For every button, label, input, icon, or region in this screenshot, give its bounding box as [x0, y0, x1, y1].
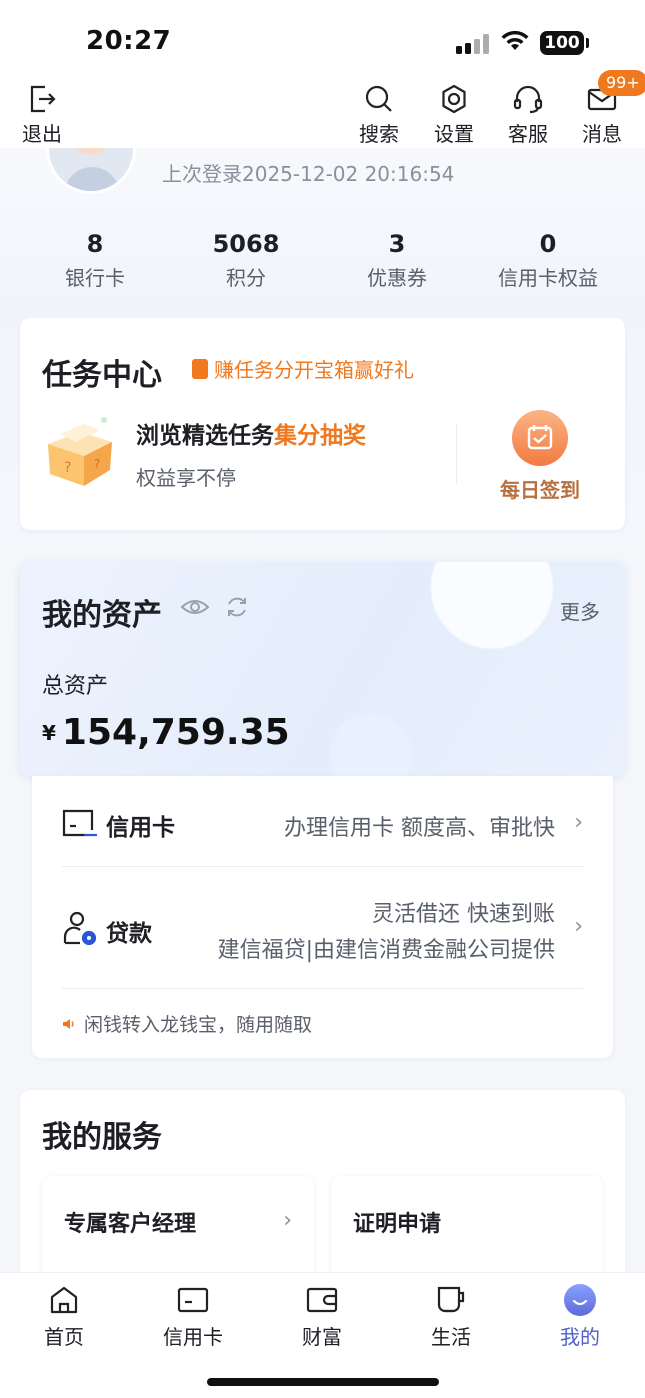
refresh-icon[interactable] — [224, 594, 250, 620]
stat-label: 信用卡权益 — [498, 266, 598, 290]
task-headline-prefix: 浏览精选任务 — [136, 423, 274, 449]
page: 20:27 100 退出 搜索 设置 客服 消息 99+ 上次登录2025-12… — [0, 0, 645, 1398]
assets-title: 我的资产 — [42, 598, 162, 633]
task-promo-text: 赚任务分开宝箱赢好礼 — [214, 358, 414, 382]
currency-symbol: ¥ — [42, 721, 56, 745]
battery-nub — [586, 38, 589, 48]
settings-label: 设置 — [434, 122, 474, 146]
stat-value: 0 — [539, 230, 557, 258]
credit-card-row[interactable]: 信用卡 办理信用卡 额度高、审批快 › — [62, 806, 583, 846]
logout-button[interactable]: 退出 — [10, 82, 74, 147]
promo-tip-text: 闲钱转入龙钱宝，随用随取 — [84, 1014, 313, 1036]
tab-label: 我的 — [560, 1325, 600, 1349]
task-center-title: 任务中心 — [42, 358, 162, 393]
svg-text:?: ? — [64, 460, 71, 476]
svg-text:?: ? — [94, 457, 100, 471]
stat-card-benefits[interactable]: 0 信用卡权益 — [473, 230, 623, 291]
gear-icon — [442, 84, 466, 114]
stat-label: 银行卡 — [65, 266, 125, 290]
services-title: 我的服务 — [42, 1120, 162, 1155]
total-assets-label: 总资产 — [42, 674, 109, 699]
service-label: 专属客户经理 — [64, 1212, 197, 1237]
stat-value: 8 — [86, 230, 104, 258]
cup-icon — [437, 1286, 465, 1313]
search-label: 搜索 — [359, 122, 399, 146]
daily-signin-button[interactable]: 每日签到 — [498, 410, 582, 503]
service-label: 证明申请 — [353, 1212, 442, 1237]
calendar-check-icon — [512, 410, 568, 466]
loan-icon — [63, 911, 97, 946]
customer-service-button[interactable]: 客服 — [496, 82, 560, 147]
wallet-icon — [306, 1287, 338, 1313]
headset-icon — [513, 85, 543, 114]
stat-label: 积分 — [226, 266, 266, 290]
top-nav: 退出 搜索 设置 客服 消息 — [0, 80, 645, 148]
total-assets-value: 154,759.35 — [61, 712, 290, 753]
stat-label: 优惠券 — [367, 266, 427, 290]
tab-wealth[interactable]: 财富 — [272, 1283, 372, 1350]
total-assets-amount: ¥154,759.35 — [42, 712, 290, 753]
messages-label: 消息 — [582, 122, 622, 146]
last-login-text: 上次登录2025-12-02 20:16:54 — [162, 162, 455, 186]
avatar-body — [64, 167, 120, 191]
chevron-right-icon: › — [574, 914, 583, 939]
signal-icon — [456, 34, 492, 54]
stat-value: 5068 — [212, 230, 280, 258]
daily-signin-label: 每日签到 — [500, 478, 580, 502]
tab-label: 财富 — [302, 1325, 342, 1349]
loan-desc-1: 灵活借还 快速到账 — [372, 902, 555, 927]
my-assets-card: 我的资产 更多 总资产 ¥154,759.35 — [20, 562, 625, 776]
customer-service-label: 客服 — [508, 122, 548, 146]
gift-box-icon: ? ? — [48, 417, 112, 486]
tab-credit-card[interactable]: 信用卡 — [143, 1283, 243, 1350]
logout-icon — [30, 85, 56, 113]
search-button[interactable]: 搜索 — [347, 82, 411, 147]
status-time: 20:27 — [86, 26, 172, 56]
home-indicator — [207, 1378, 439, 1386]
status-bar: 20:27 100 — [0, 0, 645, 80]
loan-row[interactable]: 贷款 灵活借还 快速到账 建信福贷|由建信消费金融公司提供 › — [62, 894, 583, 974]
credit-card-icon — [62, 809, 97, 837]
task-center-card: 任务中心 赚任务分开宝箱赢好礼 ? ? 浏览精选任务集分抽奖 权益享不停 每日签… — [20, 318, 625, 530]
card-icon — [177, 1287, 209, 1313]
stat-bank-cards[interactable]: 8 银行卡 — [20, 230, 170, 291]
eye-icon[interactable] — [180, 594, 210, 620]
tab-label: 信用卡 — [163, 1325, 223, 1349]
products-card: 信用卡 办理信用卡 额度高、审批快 › 贷款 灵活借还 快速到账 建信福贷|由建… — [32, 776, 613, 1058]
assets-more-link[interactable]: 更多 — [560, 596, 600, 625]
stats-row: 8 银行卡 5068 积分 3 优惠券 0 信用卡权益 — [20, 230, 625, 300]
tab-home[interactable]: 首页 — [14, 1283, 114, 1350]
divider — [62, 866, 583, 867]
stat-value: 3 — [388, 230, 406, 258]
speaker-icon — [63, 1018, 74, 1029]
credit-card-title: 信用卡 — [106, 815, 175, 841]
tab-label: 首页 — [44, 1325, 84, 1349]
profile-icon — [564, 1284, 596, 1316]
divider — [62, 988, 583, 989]
chevron-right-icon: › — [574, 810, 583, 835]
loan-title: 贷款 — [106, 921, 152, 947]
task-headline-highlight: 集分抽奖 — [274, 423, 366, 449]
task-subline: 权益享不停 — [136, 466, 236, 490]
task-promo-link[interactable]: 赚任务分开宝箱赢好礼 — [192, 354, 414, 383]
settings-button[interactable]: 设置 — [422, 82, 486, 147]
promo-tip[interactable]: 闲钱转入龙钱宝，随用随取 — [62, 1010, 312, 1037]
wifi-icon — [501, 30, 529, 50]
tab-label: 生活 — [431, 1325, 471, 1349]
divider — [456, 424, 457, 484]
home-icon — [50, 1286, 78, 1314]
stat-coupons[interactable]: 3 优惠券 — [322, 230, 472, 291]
loan-desc-2: 建信福贷|由建信消费金融公司提供 — [217, 938, 555, 963]
treasure-icon — [192, 358, 208, 379]
logout-label: 退出 — [22, 122, 62, 146]
search-icon — [365, 85, 392, 112]
chevron-right-icon: › — [283, 1208, 292, 1233]
stat-points[interactable]: 5068 积分 — [171, 230, 321, 291]
credit-card-desc: 办理信用卡 额度高、审批快 — [284, 816, 555, 841]
battery-icon: 100 — [540, 31, 584, 55]
tab-mine[interactable]: 我的 — [530, 1283, 630, 1350]
tab-life[interactable]: 生活 — [401, 1283, 501, 1350]
task-headline: 浏览精选任务集分抽奖 — [136, 416, 366, 450]
message-badge: 99+ — [598, 70, 645, 96]
